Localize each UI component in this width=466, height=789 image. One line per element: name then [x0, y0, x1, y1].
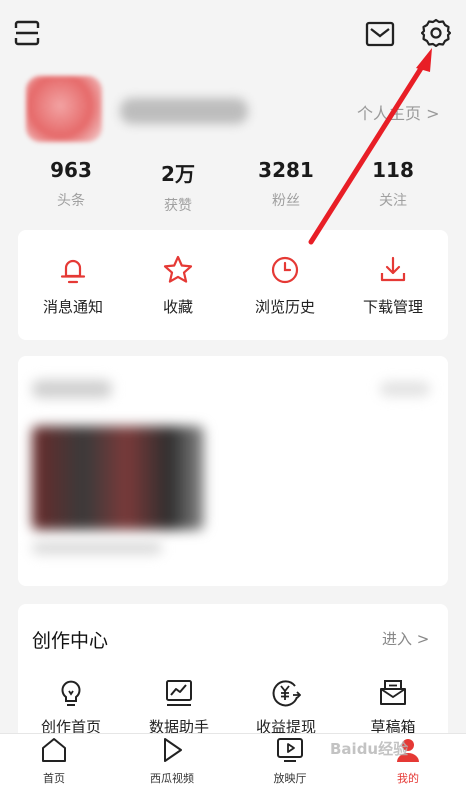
- tab-label: 我的: [397, 772, 419, 785]
- quick-action-label: 收藏: [162, 298, 193, 316]
- tab-label: 首页: [43, 772, 65, 785]
- play-icon: [164, 738, 182, 762]
- stat-label: 粉丝: [272, 193, 300, 209]
- data-assistant-button[interactable]: 数据助手: [124, 678, 234, 737]
- drafts-icon: [380, 680, 406, 705]
- download-icon: [380, 256, 406, 282]
- drafts-button[interactable]: 草稿箱: [338, 678, 448, 737]
- top-bar: [0, 0, 466, 72]
- creation-center-enter-link[interactable]: 进入 >: [382, 628, 429, 649]
- blurred-link: [380, 382, 430, 396]
- notifications-button[interactable]: 消息通知: [18, 254, 128, 317]
- lightbulb-icon: [61, 680, 81, 706]
- blurred-title: [32, 380, 112, 398]
- quick-actions-card: 消息通知 收藏 浏览历史 下载管理: [18, 230, 448, 340]
- quick-action-label: 消息通知: [42, 298, 103, 316]
- quick-action-label: 下载管理: [362, 298, 423, 316]
- stat-value: 963: [50, 158, 92, 182]
- clock-icon: [271, 256, 299, 284]
- tv-icon: [277, 738, 303, 762]
- stat-likes[interactable]: 2万 获赞: [133, 158, 223, 215]
- stat-label: 头条: [57, 193, 85, 209]
- bell-icon: [60, 259, 86, 284]
- blurred-thumbnail: [32, 426, 204, 530]
- earnings-withdraw-button[interactable]: 收益提现: [231, 678, 341, 737]
- downloads-button[interactable]: 下载管理: [338, 254, 448, 317]
- quick-action-label: 浏览历史: [254, 298, 315, 316]
- favorites-button[interactable]: 收藏: [123, 254, 233, 317]
- tab-theater[interactable]: 放映厅: [240, 736, 340, 786]
- baidu-watermark: Baidu经验: [330, 740, 409, 758]
- tab-label: 西瓜视频: [150, 772, 194, 785]
- homepage-link[interactable]: 个人主页 >: [357, 100, 440, 124]
- username-blurred: [120, 98, 248, 124]
- scan-icon[interactable]: [12, 18, 42, 48]
- stat-following[interactable]: 118 关注: [348, 158, 438, 210]
- blurred-caption: [32, 542, 162, 554]
- home-icon: [42, 738, 66, 762]
- stat-label: 获赞: [164, 198, 192, 214]
- avatar[interactable]: [26, 76, 102, 142]
- creation-home-button[interactable]: 创作首页: [16, 678, 126, 737]
- gear-icon[interactable]: [420, 17, 452, 49]
- recent-content-card[interactable]: [18, 356, 448, 586]
- chart-icon: [166, 680, 192, 706]
- stat-value: 3281: [258, 158, 314, 182]
- tab-home[interactable]: 首页: [4, 736, 104, 786]
- stat-label: 关注: [379, 193, 407, 209]
- stat-value: 2万: [161, 162, 195, 186]
- star-icon: [163, 255, 193, 283]
- stat-fans[interactable]: 3281 粉丝: [241, 158, 331, 210]
- mail-icon[interactable]: [364, 18, 396, 50]
- tab-label: 放映厅: [273, 772, 307, 785]
- tab-xigua-video[interactable]: 西瓜视频: [122, 736, 222, 786]
- stat-posts[interactable]: 963 头条: [26, 158, 116, 210]
- yuan-icon: [272, 680, 302, 707]
- stat-value: 118: [372, 158, 414, 182]
- history-button[interactable]: 浏览历史: [230, 254, 340, 317]
- creation-center-title: 创作中心: [32, 630, 109, 652]
